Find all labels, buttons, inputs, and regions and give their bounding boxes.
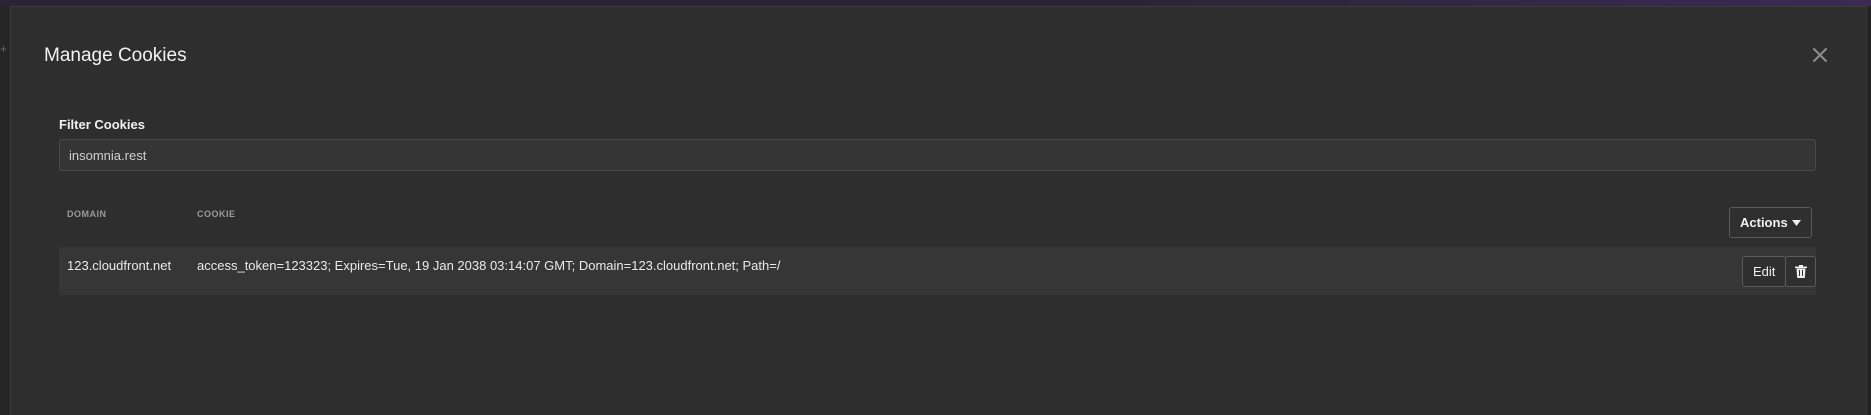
filter-cookies-input[interactable] <box>59 139 1816 171</box>
cookie-row: 123.cloudfront.net access_token=123323; … <box>59 247 1816 295</box>
left-gutter: + <box>0 6 10 415</box>
actions-dropdown-button[interactable]: Actions <box>1729 207 1812 238</box>
column-header-cookie: COOKIE <box>197 209 236 219</box>
cookie-value: access_token=123323; Expires=Tue, 19 Jan… <box>197 258 781 273</box>
cookie-domain: 123.cloudfront.net <box>67 258 172 273</box>
actions-label: Actions <box>1740 215 1788 230</box>
close-button[interactable] <box>1808 45 1832 69</box>
close-icon <box>1813 47 1827 67</box>
edit-cookie-button[interactable]: Edit <box>1742 256 1787 287</box>
column-header-domain: DOMAIN <box>67 209 107 219</box>
manage-cookies-modal: Manage Cookies Filter Cookies DOMAIN COO… <box>10 6 1868 415</box>
caret-down-icon <box>1791 219 1801 226</box>
edit-label: Edit <box>1753 264 1776 279</box>
modal-title: Manage Cookies <box>44 45 187 66</box>
delete-cookie-button[interactable] <box>1785 256 1816 287</box>
filter-label: Filter Cookies <box>59 117 145 132</box>
trash-icon <box>1794 265 1807 278</box>
plus-icon: + <box>0 42 8 56</box>
